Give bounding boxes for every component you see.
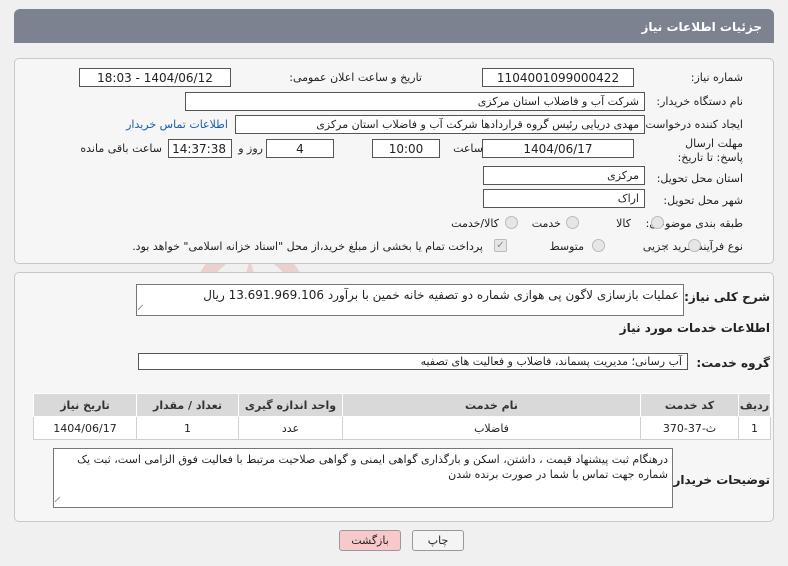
info-panel: [14, 58, 774, 264]
category-option-goods-service: کالا/خدمت: [451, 217, 499, 230]
remaining-time-field: 14:37:38: [168, 139, 232, 158]
deadline-label: مهلت ارسال پاسخ: تا تاریخ:: [677, 137, 743, 164]
buyer-notes-textarea[interactable]: درهنگام ثبت پیشنهاد قیمت ، داشتن، اسکن و…: [53, 448, 673, 508]
page-title: جزئیات اطلاعات نیاز: [641, 20, 762, 34]
services-section-title: اطلاعات خدمات مورد نیاز: [619, 321, 770, 335]
col-row: ردیف: [738, 393, 771, 417]
deadline-time-field: 10:00: [372, 139, 440, 158]
category-option-service: خدمت: [531, 217, 561, 230]
creator-label: ایجاد کننده درخواست:: [641, 118, 743, 131]
days-field: 4: [266, 139, 334, 158]
summary-label: شرح کلی نیاز:: [684, 290, 770, 304]
deadline-date-field: 1404/06/17: [482, 139, 634, 158]
resize-handle[interactable]: [137, 304, 148, 315]
service-group-label: گروه خدمت:: [696, 356, 770, 370]
city-field: اراک: [483, 189, 645, 208]
province-label: استان محل تحویل:: [656, 172, 743, 185]
buyer-notes-text: درهنگام ثبت پیشنهاد قیمت ، داشتن، اسکن و…: [77, 453, 668, 481]
days-label: روز و: [238, 142, 263, 155]
process-radio-medium[interactable]: [592, 239, 605, 252]
cell-name: فاضلاب: [342, 416, 641, 440]
cell-row: 1: [738, 416, 771, 440]
buyer-notes-label: توضیحات خریدار:: [668, 473, 770, 487]
process-option-minor: جزیی: [642, 240, 668, 253]
category-radio-goods[interactable]: [651, 216, 664, 229]
resize-handle[interactable]: [54, 496, 65, 507]
announce-field: 1404/06/12 - 18:03: [79, 68, 231, 87]
page-header: جزئیات اطلاعات نیاز: [14, 9, 774, 43]
creator-field: مهدی دریایی رئیس گروه قراردادها شرکت آب …: [235, 115, 645, 134]
category-radio-goods-service[interactable]: [505, 216, 518, 229]
cell-date: 1404/06/17: [33, 416, 137, 440]
back-button[interactable]: بازگشت: [339, 530, 401, 551]
need-number-field: 1104001099000422: [482, 68, 634, 87]
time-label: ساعت: [453, 142, 483, 155]
buyer-org-field: شرکت آب و فاضلاب استان مرکزی: [185, 92, 645, 111]
col-qty: تعداد / مقدار: [136, 393, 239, 417]
process-option-medium: متوسط: [549, 240, 584, 253]
cell-qty: 1: [136, 416, 239, 440]
process-label: نوع فرآیند خرید :: [665, 240, 743, 253]
print-button[interactable]: چاپ: [412, 530, 464, 551]
table-row: 1 ث-37-370 فاضلاب عدد 1 1404/06/17: [33, 416, 771, 440]
cell-unit: عدد: [238, 416, 343, 440]
process-radio-minor[interactable]: [688, 239, 701, 252]
need-number-label: شماره نیاز:: [690, 71, 743, 84]
contact-info-link[interactable]: اطلاعات تماس خریدار: [126, 118, 228, 131]
services-table-header: ردیف کد خدمت نام خدمت واحد اندازه گیری ت…: [33, 393, 771, 417]
payment-note: پرداخت تمام یا بخشی از مبلغ خرید،از محل …: [132, 240, 483, 253]
cell-code: ث-37-370: [640, 416, 739, 440]
services-table: ردیف کد خدمت نام خدمت واحد اندازه گیری ت…: [33, 393, 771, 440]
col-date: تاریخ نیاز: [33, 393, 137, 417]
payment-checkbox[interactable]: ✓: [494, 239, 507, 252]
summary-textarea[interactable]: عملیات بازسازی لاگون پی هوازی شماره دو ت…: [136, 284, 684, 316]
city-label: شهر محل تحویل:: [663, 194, 743, 207]
col-code: کد خدمت: [640, 393, 739, 417]
announce-label: تاریخ و ساعت اعلان عمومی:: [289, 71, 422, 84]
province-field: مرکزی: [483, 166, 645, 185]
col-unit: واحد اندازه گیری: [238, 393, 343, 417]
service-group-field: آب رسانی؛ مدیریت پسماند، فاضلاب و فعالیت…: [138, 353, 688, 370]
category-option-goods: کالا: [616, 217, 631, 230]
buyer-org-label: نام دستگاه خریدار:: [656, 95, 743, 108]
summary-text: عملیات بازسازی لاگون پی هوازی شماره دو ت…: [203, 288, 679, 302]
remaining-label: ساعت باقی مانده: [80, 142, 162, 155]
col-name: نام خدمت: [342, 393, 641, 417]
category-radio-service[interactable]: [566, 216, 579, 229]
